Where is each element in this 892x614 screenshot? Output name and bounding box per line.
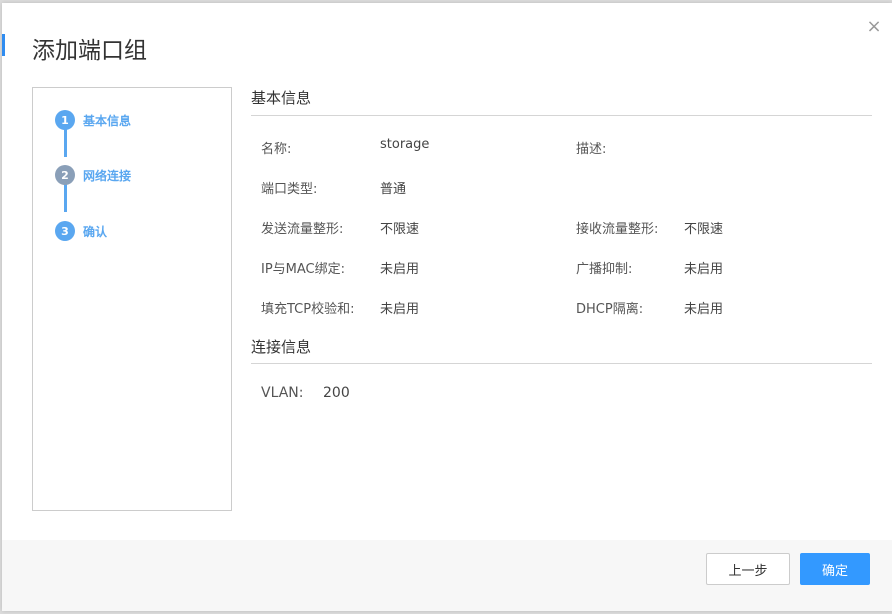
basic-info-title: 基本信息 — [251, 89, 312, 107]
name-label: 名称: — [261, 142, 292, 157]
ip-mac-binding-label: IP与MAC绑定: — [261, 262, 346, 277]
step-network-connection[interactable]: 2 网络连接 — [55, 165, 131, 185]
tx-shaping-value: 不限速 — [380, 222, 420, 237]
add-port-group-dialog: 添加端口组 × 1 基本信息 2 网络连接 3 确认 基本信息 名称: stor… — [2, 3, 892, 611]
port-type-label: 端口类型: — [261, 182, 318, 197]
name-value: storage — [380, 137, 430, 152]
broadcast-suppression-label: 广播抑制: — [576, 262, 633, 277]
step-label: 确认 — [83, 224, 108, 239]
connection-info-title: 连接信息 — [251, 338, 312, 356]
title-accent-bar — [2, 34, 5, 56]
confirm-button[interactable]: 确定 — [800, 553, 870, 585]
close-icon[interactable]: × — [866, 18, 882, 36]
rx-shaping-label: 接收流量整形: — [576, 222, 659, 237]
vlan-value: 200 — [323, 385, 350, 401]
previous-step-button[interactable]: 上一步 — [706, 553, 790, 585]
step-basic-info[interactable]: 1 基本信息 — [55, 110, 131, 130]
port-type-value: 普通 — [380, 182, 407, 197]
description-label: 描述: — [576, 142, 607, 157]
tx-shaping-label: 发送流量整形: — [261, 222, 344, 237]
tcp-checksum-value: 未启用 — [380, 302, 420, 317]
step-confirm[interactable]: 3 确认 — [55, 221, 107, 241]
vlan-label: VLAN: — [261, 385, 304, 401]
step-number: 3 — [55, 221, 75, 241]
dhcp-isolation-value: 未启用 — [684, 302, 724, 317]
step-number: 1 — [55, 110, 75, 130]
broadcast-suppression-value: 未启用 — [684, 262, 724, 277]
section-divider — [251, 363, 872, 364]
step-number: 2 — [55, 165, 75, 185]
tcp-checksum-label: 填充TCP校验和: — [261, 302, 355, 317]
step-label: 基本信息 — [83, 113, 132, 128]
dhcp-isolation-label: DHCP隔离: — [576, 302, 644, 317]
section-divider — [251, 115, 872, 116]
dialog-title: 添加端口组 — [32, 38, 147, 64]
step-label: 网络连接 — [83, 168, 132, 183]
rx-shaping-value: 不限速 — [684, 222, 724, 237]
ip-mac-binding-value: 未启用 — [380, 262, 420, 277]
steps-panel: 1 基本信息 2 网络连接 3 确认 — [32, 87, 232, 511]
